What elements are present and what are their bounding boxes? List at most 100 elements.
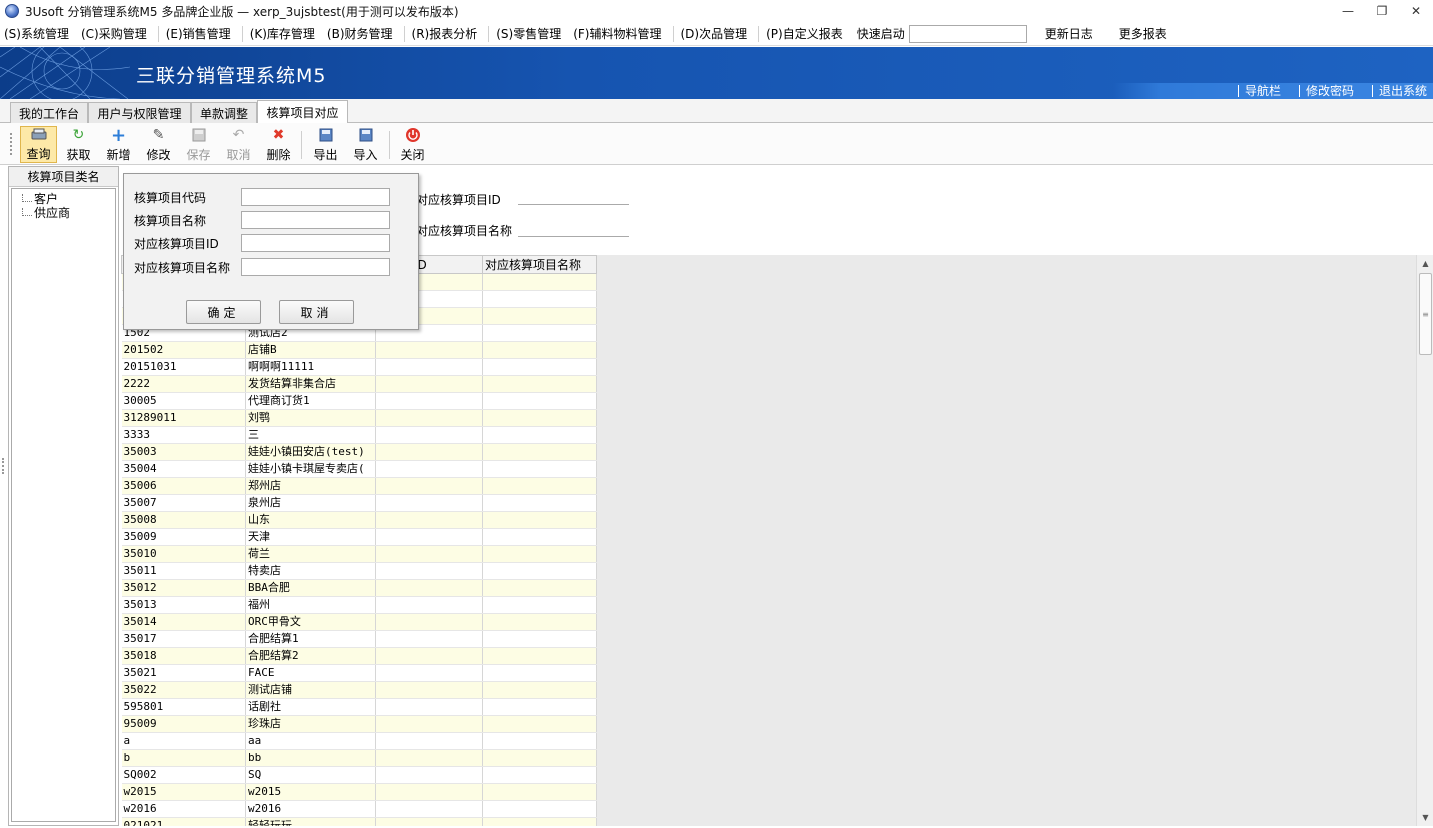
close-icon[interactable]: ✕ xyxy=(1399,0,1433,22)
table-row[interactable]: 35004 娃娃小镇卡琪屋专卖店( xyxy=(121,460,597,478)
table-cell: 娃娃小镇田安店(test) xyxy=(245,443,376,461)
table-row[interactable]: 35006 郑州店 xyxy=(121,477,597,495)
field-label: 核算项目代码 xyxy=(134,190,207,205)
import-button[interactable]: 导入 xyxy=(349,126,382,163)
restore-icon[interactable]: ❐ xyxy=(1365,0,1399,22)
tab-item-adjust[interactable]: 单款调整 xyxy=(191,102,257,123)
delete-button[interactable]: ✖ 删除 xyxy=(262,126,295,163)
tab-workbench[interactable]: 我的工作台 xyxy=(10,102,88,123)
table-row[interactable]: 35013 福州 xyxy=(121,596,597,614)
table-cell xyxy=(482,341,597,359)
menu-reports[interactable]: (R)报表分析 xyxy=(408,25,482,42)
cancel-dialog-button[interactable]: 取消 xyxy=(279,300,354,324)
table-cell: w2016 xyxy=(245,800,376,818)
table-row[interactable]: w2015 w2015 xyxy=(121,783,597,801)
table-row[interactable]: 35022 测试店铺 xyxy=(121,681,597,699)
table-row[interactable]: 35021 FACE xyxy=(121,664,597,682)
table-row[interactable]: 35010 荷兰 xyxy=(121,545,597,563)
table-row[interactable]: 30005 代理商订货1 xyxy=(121,392,597,410)
table-cell xyxy=(482,630,597,648)
tab-accounting-mapping[interactable]: 核算项目对应 xyxy=(257,100,348,124)
save-icon xyxy=(190,126,208,144)
table-row[interactable]: w2016 w2016 xyxy=(121,800,597,818)
edit-button[interactable]: ✎ 修改 xyxy=(142,126,175,163)
splitter-grip[interactable] xyxy=(2,458,5,474)
title-bar: 3Usoft 分销管理系统M5 多品牌企业版 — xerp_3ujsbtest(… xyxy=(0,0,1433,22)
export-button[interactable]: 导出 xyxy=(309,126,342,163)
query-button[interactable]: 查询 xyxy=(20,126,57,163)
ok-button[interactable]: 确定 xyxy=(186,300,261,324)
table-row[interactable]: 35014 ORC甲骨文 xyxy=(121,613,597,631)
table-cell: 35009 xyxy=(121,528,246,546)
quick-launch-input[interactable] xyxy=(908,24,1027,43)
table-row[interactable]: 201502 店铺B xyxy=(121,341,597,359)
table-cell: 泉州店 xyxy=(245,494,376,512)
change-password-link[interactable]: 修改密码 xyxy=(1298,85,1360,97)
table-row[interactable]: 35009 天津 xyxy=(121,528,597,546)
table-row[interactable]: 20151031 啊啊啊11111 xyxy=(121,358,597,376)
scroll-thumb[interactable]: ≡ xyxy=(1419,273,1432,355)
menu-inventory[interactable]: (K)库存管理 xyxy=(246,25,319,42)
category-panel: 核算项目类名 客户 供应商 xyxy=(8,166,119,826)
cancel-label: 取消 xyxy=(226,148,251,162)
add-button[interactable]: + 新增 xyxy=(102,125,135,163)
filter-id-field[interactable] xyxy=(518,204,629,205)
logout-link[interactable]: 退出系统 xyxy=(1371,85,1433,97)
table-row[interactable]: a aa xyxy=(121,732,597,750)
menu-retail[interactable]: (S)零售管理 xyxy=(492,25,565,42)
update-log-link[interactable]: 更新日志 xyxy=(1041,25,1097,42)
table-cell: 35003 xyxy=(121,443,246,461)
filter-name-field[interactable] xyxy=(518,236,629,237)
fetch-button[interactable]: ↻ 获取 xyxy=(62,126,95,163)
item-name-input[interactable] xyxy=(241,211,390,229)
table-row[interactable]: 35018 合肥结算2 xyxy=(121,647,597,665)
tree-node-supplier[interactable]: 供应商 xyxy=(12,205,115,220)
table-row[interactable]: 2222 发货结算非集合店 xyxy=(121,375,597,393)
more-reports-link[interactable]: 更多报表 xyxy=(1115,25,1171,42)
table-row[interactable]: SQ002 SQ xyxy=(121,766,597,784)
column-header[interactable]: 对应核算项目名称 xyxy=(482,255,597,274)
menu-materials[interactable]: (F)辅料物料管理 xyxy=(569,25,665,42)
minimize-icon[interactable]: — xyxy=(1331,0,1365,22)
vertical-scrollbar[interactable]: ▲ ≡ ▼ xyxy=(1416,255,1433,826)
close-button[interactable]: 关闭 xyxy=(396,126,429,163)
table-cell: 20151031 xyxy=(121,358,246,376)
banner-links: 导航栏 修改密码 退出系统 xyxy=(1113,83,1433,99)
toolbar-grip[interactable] xyxy=(10,133,12,155)
table-row[interactable]: 021021 轻轻玩玩 xyxy=(121,817,597,826)
menu-system[interactable]: (S)系统管理 xyxy=(0,25,73,42)
menu-purchase[interactable]: (C)采购管理 xyxy=(77,25,151,42)
table-cell: b xyxy=(121,749,246,767)
mapped-name-input[interactable] xyxy=(241,258,390,276)
table-row[interactable]: 35011 特卖店 xyxy=(121,562,597,580)
table-cell xyxy=(482,477,597,495)
table-row[interactable]: 3333 三 xyxy=(121,426,597,444)
menu-separator xyxy=(241,25,243,42)
item-code-input[interactable] xyxy=(241,188,390,206)
menu-finance[interactable]: (B)财务管理 xyxy=(323,25,397,42)
table-row[interactable]: 35007 泉州店 xyxy=(121,494,597,512)
cancel-button[interactable]: ↶ 取消 xyxy=(222,126,255,163)
navigation-link[interactable]: 导航栏 xyxy=(1237,85,1287,97)
table-row[interactable]: 35003 娃娃小镇田安店(test) xyxy=(121,443,597,461)
save-button[interactable]: 保存 xyxy=(182,126,215,163)
table-row[interactable]: 595801 话剧社 xyxy=(121,698,597,716)
grid-body: 1502 测试店2 201502 店铺B 20151031 啊啊啊11111 2222 发货结… xyxy=(121,273,597,826)
table-row[interactable]: 35017 合肥结算1 xyxy=(121,630,597,648)
table-row[interactable]: 35008 山东 xyxy=(121,511,597,529)
tab-user-permissions[interactable]: 用户与权限管理 xyxy=(88,102,191,123)
table-cell xyxy=(375,392,483,410)
export-icon xyxy=(317,126,335,144)
table-row[interactable]: 31289011 刘鹗 xyxy=(121,409,597,427)
menu-custom-reports[interactable]: (P)自定义报表 xyxy=(762,25,847,42)
menu-separator xyxy=(758,25,760,42)
table-row[interactable]: b bb xyxy=(121,749,597,767)
menu-defective[interactable]: (D)次品管理 xyxy=(677,25,752,42)
mapped-id-input[interactable] xyxy=(241,234,390,252)
scroll-down-icon[interactable]: ▼ xyxy=(1417,809,1433,826)
table-row[interactable]: 95009 珍珠店 xyxy=(121,715,597,733)
menu-sales[interactable]: (E)销售管理 xyxy=(162,25,235,42)
scroll-up-icon[interactable]: ▲ xyxy=(1417,255,1433,272)
app-icon xyxy=(5,4,19,18)
table-row[interactable]: 35012 BBA合肥 xyxy=(121,579,597,597)
